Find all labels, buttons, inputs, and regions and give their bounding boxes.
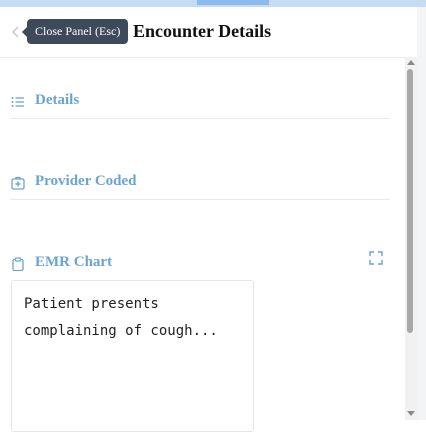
- chevron-left-icon[interactable]: [9, 25, 23, 39]
- medical-kit-icon: [11, 176, 25, 190]
- panel-header: Encounter Details Close Panel (Esc): [0, 7, 405, 58]
- scrollbar-thumb[interactable]: [407, 69, 413, 333]
- top-strip-tab: [197, 0, 269, 5]
- emr-chart-text: Patient presents complaining of cough...: [24, 296, 218, 339]
- top-strip: [0, 0, 426, 7]
- scroll-down-arrow-icon[interactable]: [407, 411, 415, 416]
- section-provider-coded-label: Provider Coded: [35, 173, 137, 189]
- page-title: Encounter Details: [133, 21, 272, 41]
- section-provider-coded[interactable]: Provider Coded: [10, 168, 390, 200]
- close-panel-tooltip: Close Panel (Esc): [21, 19, 129, 44]
- list-icon: [11, 97, 24, 107]
- scroll-up-arrow-icon[interactable]: [407, 60, 415, 65]
- emr-chart-textbox[interactable]: Patient presents complaining of cough...: [11, 280, 254, 432]
- clipboard-icon: [12, 257, 24, 271]
- expand-icon[interactable]: [369, 251, 383, 265]
- right-edge: [417, 7, 426, 420]
- section-emr-chart-label: EMR Chart: [35, 254, 113, 270]
- scrollbar[interactable]: [405, 57, 417, 420]
- encounter-details-panel: Encounter Details Close Panel (Esc) Deta…: [0, 7, 426, 432]
- section-details-label: Details: [35, 92, 80, 108]
- section-emr-chart[interactable]: EMR Chart: [10, 249, 390, 279]
- section-details[interactable]: Details: [10, 87, 390, 119]
